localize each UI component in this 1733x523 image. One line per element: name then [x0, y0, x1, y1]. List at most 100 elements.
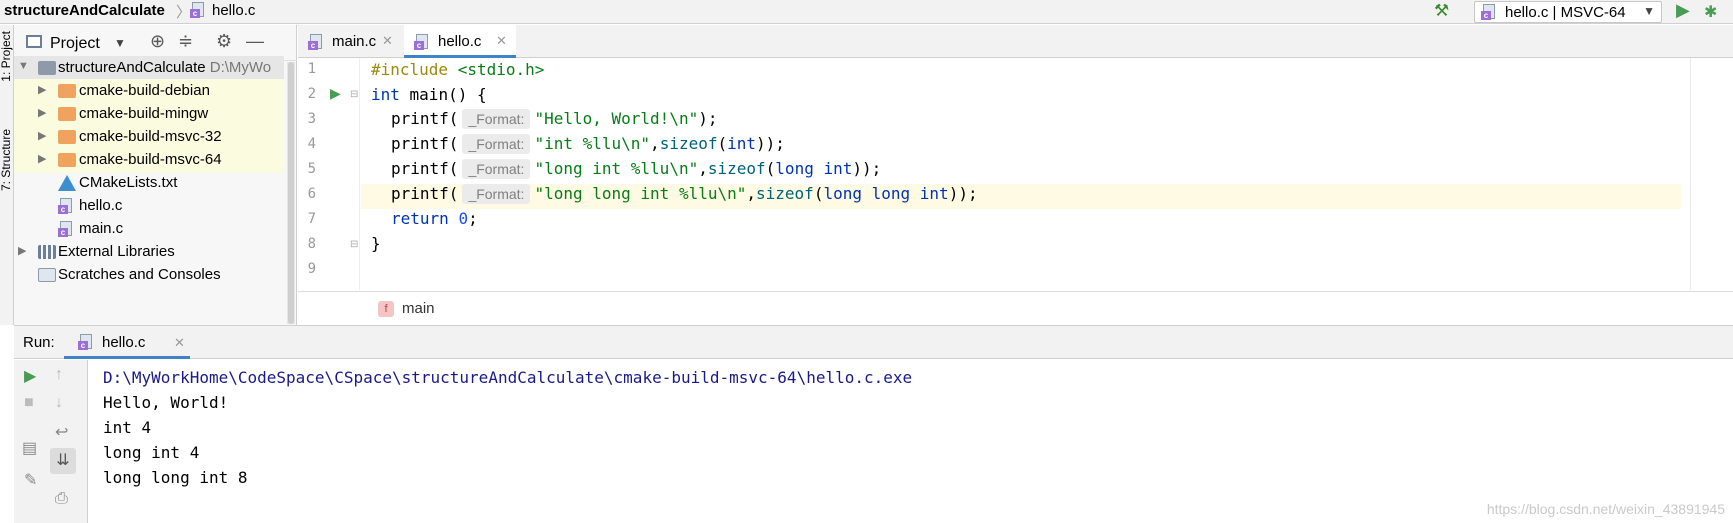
- print-icon[interactable]: ⎙: [55, 490, 68, 508]
- breadcrumb-function[interactable]: main: [402, 300, 435, 317]
- line-number: 9: [307, 261, 316, 277]
- tab-label: hello.c: [438, 33, 482, 50]
- run-tab[interactable]: c hello.c ✕: [64, 326, 190, 359]
- console-line: long long int 8: [103, 468, 248, 487]
- code-token: main() {: [399, 85, 487, 104]
- folder-icon: [58, 130, 76, 144]
- editor-breadcrumb: f main: [298, 291, 1733, 324]
- tree-item-folder[interactable]: ▶ cmake-build-mingw: [14, 102, 284, 127]
- folder-icon: [58, 153, 76, 167]
- run-gutter-icon[interactable]: ▶: [330, 85, 341, 102]
- project-view-selector[interactable]: Project: [50, 35, 100, 53]
- line-number: 3: [307, 111, 316, 127]
- code-line: printf(_Format: "long int %llu\n",sizeof(…: [391, 159, 881, 184]
- tree-item-file[interactable]: CMakeLists.txt: [14, 171, 284, 196]
- rerun-icon[interactable]: ▶: [24, 366, 36, 386]
- code-token: ,: [698, 159, 708, 178]
- expanded-arrow-icon[interactable]: ▼: [18, 60, 29, 72]
- line-number: 1: [307, 61, 316, 77]
- c-file-icon: c: [58, 221, 74, 237]
- scrollbar-thumb[interactable]: [288, 62, 294, 324]
- hide-minus-icon[interactable]: —: [246, 31, 264, 52]
- scroll-to-end-icon[interactable]: ⇊: [50, 448, 76, 474]
- project-panel: Project ▼ ⊕ ≑ ⚙ — ▼ structureAndCalculat…: [14, 25, 297, 325]
- editor-gutter: 1 2 ▶ 3 4 5 6 7 8 9 ⊟ ⊟: [298, 58, 360, 290]
- tree-item-libraries[interactable]: ▶ External Libraries: [14, 240, 284, 265]
- tree-item-folder[interactable]: ▶ cmake-build-debian: [14, 79, 284, 104]
- collapsed-arrow-icon[interactable]: ▶: [38, 83, 46, 96]
- close-icon[interactable]: ✕: [174, 335, 185, 351]
- tree-item-root[interactable]: ▼ structureAndCalculate D:\MyWo: [14, 56, 284, 81]
- tree-item-label: main.c: [79, 220, 124, 237]
- debug-bug-icon[interactable]: ✱: [1704, 2, 1717, 22]
- run-panel-header: Run: c hello.c ✕: [14, 325, 1733, 359]
- build-hammer-icon[interactable]: ⚒: [1434, 1, 1449, 21]
- arrow-down-icon[interactable]: ↓: [55, 394, 63, 412]
- collapsed-arrow-icon[interactable]: ▶: [18, 244, 26, 257]
- tab-hello-c[interactable]: c hello.c ✕: [404, 25, 516, 58]
- code-token: ));: [756, 134, 785, 153]
- line-number: 8: [307, 236, 316, 252]
- run-console[interactable]: D:\MyWorkHome\CodeSpace\CSpace\structure…: [89, 360, 1733, 523]
- function-token: sizeof: [659, 134, 718, 153]
- chevron-down-icon[interactable]: ▼: [114, 36, 126, 50]
- arrow-up-icon[interactable]: ↑: [55, 366, 63, 384]
- tab-main-c[interactable]: c main.c ✕: [298, 25, 398, 58]
- header-token: <stdio.h>: [448, 60, 545, 79]
- code-editor[interactable]: #include <stdio.h> int main() { printf(_…: [361, 58, 1681, 290]
- code-line: }: [371, 234, 381, 259]
- collapsed-arrow-icon[interactable]: ▶: [38, 106, 46, 119]
- folder-icon: [58, 84, 76, 98]
- keyword-token: long long int: [823, 184, 949, 203]
- editor-tab-bar: c main.c ✕ c hello.c ✕: [298, 25, 1733, 58]
- tree-item-scratches[interactable]: Scratches and Consoles: [14, 263, 284, 288]
- code-line: return 0;: [391, 209, 478, 234]
- fold-icon[interactable]: ⊟: [350, 89, 358, 100]
- stop-icon[interactable]: ■: [24, 394, 34, 412]
- scratches-icon: [38, 268, 56, 282]
- chevron-down-icon: ▼: [1643, 4, 1655, 18]
- string-token: "Hello, World!\n": [534, 109, 699, 128]
- code-line: printf(_Format: "int %llu\n",sizeof(int))…: [391, 134, 785, 159]
- gear-icon[interactable]: ⚙: [216, 31, 232, 52]
- line-number: 5: [307, 161, 316, 177]
- soft-wrap-icon[interactable]: ↩: [55, 422, 68, 442]
- tab-label: main.c: [332, 33, 377, 50]
- fold-icon[interactable]: ⊟: [350, 239, 358, 250]
- c-file-icon: c: [190, 2, 206, 18]
- tree-item-folder[interactable]: ▶ cmake-build-msvc-32: [14, 125, 284, 150]
- pin-icon[interactable]: ✎: [24, 470, 37, 490]
- run-configuration-select[interactable]: c hello.c | MSVC-64 ▼: [1474, 1, 1662, 23]
- code-token: (: [813, 184, 824, 203]
- line-number: 2: [307, 86, 316, 102]
- code-token: ));: [948, 184, 978, 203]
- project-scrollbar[interactable]: [287, 62, 295, 324]
- tree-item-label: hello.c: [79, 197, 123, 214]
- collapsed-arrow-icon[interactable]: ▶: [38, 129, 46, 142]
- preprocessor-token: #include: [371, 60, 449, 79]
- parameter-hint: _Format:: [462, 134, 531, 154]
- function-icon: f: [378, 301, 394, 317]
- breadcrumb-file[interactable]: hello.c: [212, 2, 255, 19]
- console-line-command: D:\MyWorkHome\CodeSpace\CSpace\structure…: [103, 368, 913, 387]
- tree-item-folder[interactable]: ▶ cmake-build-msvc-64: [14, 148, 284, 173]
- tree-item-file[interactable]: c hello.c: [14, 194, 284, 219]
- collapse-all-icon[interactable]: ≑: [178, 31, 193, 52]
- folder-icon: [38, 61, 56, 75]
- breadcrumb-project[interactable]: structureAndCalculate: [4, 2, 165, 19]
- run-config-icon: c: [1481, 4, 1497, 20]
- tool-tab-structure[interactable]: 7: Structure: [0, 129, 13, 191]
- run-configuration-label: hello.c | MSVC-64: [1505, 4, 1626, 21]
- run-label: Run:: [23, 334, 55, 351]
- tool-tab-project[interactable]: 1: Project: [0, 31, 13, 82]
- tree-item-file[interactable]: c main.c: [14, 217, 284, 242]
- tree-item-label: cmake-build-msvc-32: [79, 128, 222, 145]
- close-icon[interactable]: ✕: [382, 33, 393, 49]
- code-token: ,: [746, 184, 757, 203]
- code-token: ,: [650, 134, 660, 153]
- collapsed-arrow-icon[interactable]: ▶: [38, 152, 46, 165]
- close-icon[interactable]: ✕: [496, 33, 507, 49]
- locate-crosshair-icon[interactable]: ⊕: [150, 31, 165, 52]
- run-icon[interactable]: ▶: [1676, 0, 1690, 21]
- layout-icon[interactable]: ▤: [22, 438, 37, 458]
